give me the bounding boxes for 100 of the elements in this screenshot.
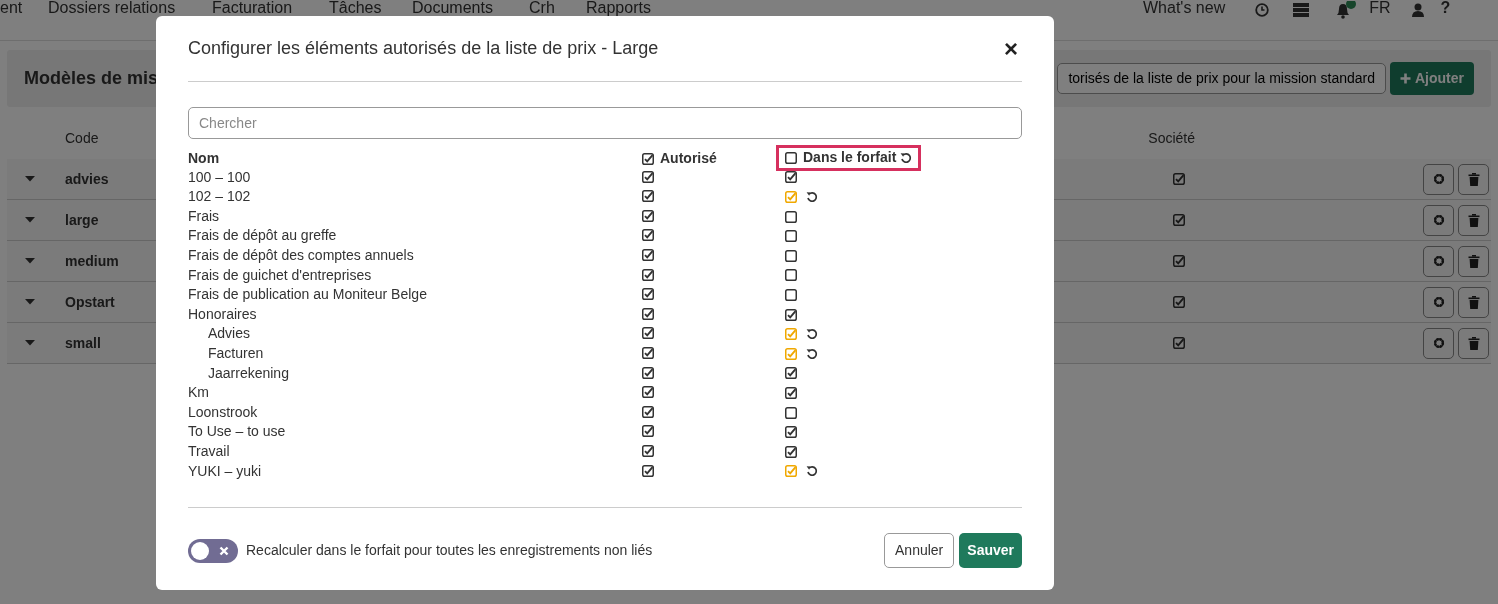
item-name: 102 – 102 (188, 187, 252, 207)
item-name: Honoraires (188, 304, 258, 324)
column-header: Société (1148, 128, 1195, 148)
authorized-checkbox[interactable] (642, 229, 654, 242)
package-checkbox[interactable] (785, 367, 797, 380)
authorized-checkbox[interactable] (642, 327, 654, 340)
nav-link[interactable]: Facturation (212, 0, 293, 16)
nav-link[interactable]: ent (0, 0, 23, 16)
item-name: To Use – to use (188, 422, 287, 442)
settings-button[interactable] (1423, 163, 1454, 195)
save-button[interactable]: Sauver (959, 533, 1022, 568)
package-checkbox[interactable] (785, 445, 797, 458)
delete-button[interactable] (1458, 286, 1489, 318)
item-name: Jaarrekening (207, 363, 290, 383)
settings-button[interactable] (1423, 204, 1454, 236)
settings-button[interactable] (1423, 245, 1454, 277)
item-name: 100 – 100 (188, 167, 252, 187)
package-checkbox[interactable] (785, 230, 797, 243)
nav-link[interactable]: Crh (529, 0, 555, 16)
package-checkbox[interactable] (785, 386, 797, 399)
table-cell-text: small (65, 333, 101, 353)
cancel-button[interactable]: Annuler (884, 533, 955, 568)
company-checkbox[interactable] (1173, 255, 1185, 267)
authorized-checkbox[interactable] (642, 288, 654, 301)
add-button[interactable]: Ajouter (1390, 62, 1474, 95)
delete-button[interactable] (1458, 204, 1489, 236)
table-cell-text: large (65, 210, 99, 230)
authorized-checkbox[interactable] (642, 405, 654, 418)
package-checkbox[interactable] (785, 210, 797, 223)
authorized-checkbox[interactable] (642, 307, 654, 320)
clock-icon[interactable] (1255, 3, 1270, 17)
item-name: Frais de publication au Moniteur Belge (188, 285, 428, 305)
authorized-checkbox[interactable] (642, 248, 654, 261)
authorized-checkbox[interactable] (642, 268, 654, 281)
authorized-checkbox[interactable] (642, 425, 654, 438)
authorized-checkbox[interactable] (642, 366, 654, 379)
caret-icon[interactable] (25, 217, 35, 223)
package-checkbox[interactable] (785, 406, 797, 419)
authorized-checkbox[interactable] (642, 209, 654, 222)
package-checkbox[interactable] (785, 347, 797, 360)
settings-button[interactable] (1423, 286, 1454, 318)
package-checkbox[interactable] (785, 426, 797, 439)
select-all-checkbox[interactable] (785, 151, 797, 164)
configure-button[interactable]: torisés de la liste de prix pour la mission standard (1057, 63, 1386, 94)
package-checkbox[interactable] (785, 269, 797, 282)
caret-icon[interactable] (25, 176, 35, 182)
trash-icon (1467, 336, 1480, 350)
item-name: Frais (188, 206, 221, 226)
gear-icon (1432, 173, 1445, 185)
table-cell-text: Opstart (65, 292, 115, 312)
delete-button[interactable] (1458, 163, 1489, 195)
bell-icon[interactable] (1335, 1, 1358, 19)
delete-button[interactable] (1458, 245, 1489, 277)
caret-icon[interactable] (25, 299, 35, 305)
trash-icon (1467, 295, 1480, 309)
nav-link[interactable]: Documents (412, 0, 493, 16)
caret-icon[interactable] (25, 258, 35, 264)
reset-icon[interactable] (900, 151, 913, 164)
authorized-checkbox[interactable] (642, 444, 654, 457)
authorized-checkbox[interactable] (642, 386, 654, 399)
company-checkbox[interactable] (1173, 173, 1185, 185)
authorized-checkbox[interactable] (642, 170, 654, 183)
toggle-switch[interactable] (188, 538, 238, 563)
item-name: Advies (207, 324, 252, 344)
select-all-checkbox[interactable] (642, 152, 654, 165)
package-checkbox[interactable] (785, 465, 797, 478)
help-link[interactable]: ? (1440, 0, 1451, 16)
user-icon[interactable] (1411, 3, 1424, 17)
reset-icon[interactable] (806, 328, 818, 341)
close-button[interactable]: × (1000, 36, 1022, 61)
column-header: Autorisé (660, 148, 717, 168)
reset-icon[interactable] (806, 465, 818, 478)
authorized-checkbox[interactable] (642, 190, 654, 203)
nav-link[interactable]: Rapports (586, 0, 651, 16)
authorized-checkbox[interactable] (642, 464, 654, 477)
nav-link[interactable]: Tâches (329, 0, 382, 16)
caret-icon[interactable] (25, 340, 35, 346)
package-checkbox[interactable] (785, 308, 797, 321)
company-checkbox[interactable] (1173, 214, 1185, 226)
company-checkbox[interactable] (1173, 296, 1185, 308)
whats-new-link[interactable]: What's new (1143, 0, 1226, 16)
company-checkbox[interactable] (1173, 337, 1185, 349)
search-field[interactable]: Chercher (188, 107, 1022, 139)
column-header: Dans le forfait (803, 148, 897, 167)
server-icon[interactable] (1293, 3, 1310, 17)
nav-link[interactable]: Dossiers relations (48, 0, 176, 16)
table-cell-text: advies (65, 169, 109, 189)
table-cell-text: medium (65, 251, 119, 271)
reset-icon[interactable] (806, 191, 818, 203)
package-checkbox[interactable] (785, 171, 797, 184)
package-checkbox[interactable] (785, 249, 797, 262)
x-icon (219, 545, 229, 556)
package-checkbox[interactable] (785, 191, 797, 203)
settings-button[interactable] (1423, 327, 1454, 359)
reset-icon[interactable] (806, 347, 818, 360)
delete-button[interactable] (1458, 327, 1489, 359)
package-checkbox[interactable] (785, 328, 797, 341)
authorized-checkbox[interactable] (642, 346, 654, 359)
package-checkbox[interactable] (785, 288, 797, 301)
language-selector[interactable]: FR (1369, 0, 1391, 16)
